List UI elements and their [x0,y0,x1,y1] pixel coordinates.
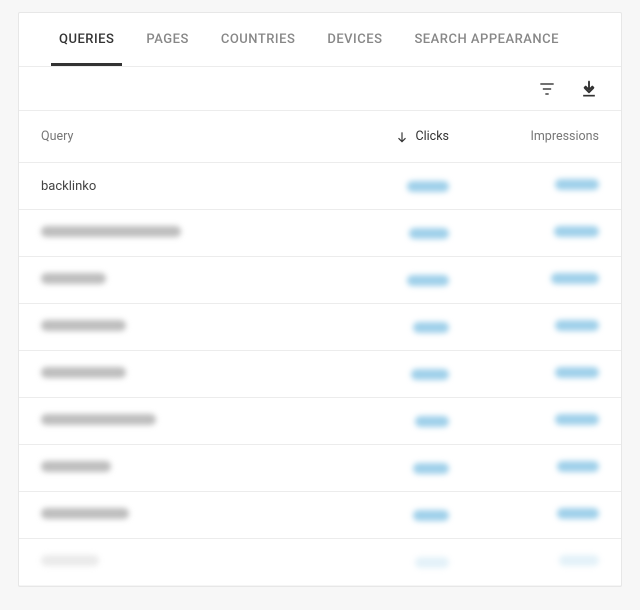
clicks-cell [299,369,449,380]
table-header: Query Clicks Impressions [19,111,621,163]
impressions-cell [449,367,599,382]
query-cell [41,555,299,570]
query-cell [41,508,299,523]
clicks-cell [299,557,449,568]
column-header-impressions[interactable]: Impressions [449,129,599,144]
tab-search-appearance[interactable]: SEARCH APPEARANCE [414,13,559,66]
table-row[interactable] [19,257,621,304]
column-header-query[interactable]: Query [41,129,299,144]
download-icon[interactable] [579,79,599,99]
tab-queries[interactable]: QUERIES [59,13,114,66]
tab-pages[interactable]: PAGES [146,13,188,66]
query-cell [41,414,299,429]
tab-countries[interactable]: COUNTRIES [221,13,296,66]
clicks-cell [299,181,449,192]
tab-bar: QUERIES PAGES COUNTRIES DEVICES SEARCH A… [19,13,621,67]
tab-devices[interactable]: DEVICES [327,13,382,66]
clicks-cell [299,416,449,427]
table-row[interactable] [19,445,621,492]
impressions-cell [449,508,599,523]
query-cell [41,273,299,288]
impressions-cell [449,461,599,476]
column-header-clicks-label: Clicks [415,129,449,144]
impressions-cell [449,414,599,429]
clicks-cell [299,463,449,474]
impressions-cell [449,555,599,570]
query-cell [41,461,299,476]
table-row[interactable] [19,539,621,586]
toolbar [19,67,621,111]
clicks-cell [299,275,449,286]
table-row[interactable] [19,210,621,257]
query-cell: backlinko [41,179,299,194]
query-cell [41,226,299,241]
clicks-cell [299,228,449,239]
table-row[interactable] [19,492,621,539]
column-header-clicks[interactable]: Clicks [299,129,449,144]
impressions-cell [449,179,599,194]
impressions-cell [449,226,599,241]
query-cell [41,367,299,382]
table-row[interactable] [19,398,621,445]
table-row[interactable] [19,304,621,351]
query-cell [41,320,299,335]
sort-descending-icon [395,130,409,144]
clicks-cell [299,322,449,333]
impressions-cell [449,273,599,288]
report-panel: QUERIES PAGES COUNTRIES DEVICES SEARCH A… [18,12,622,587]
table-row[interactable] [19,351,621,398]
table-row[interactable]: backlinko [19,163,621,210]
clicks-cell [299,510,449,521]
filter-icon[interactable] [537,79,557,99]
impressions-cell [449,320,599,335]
